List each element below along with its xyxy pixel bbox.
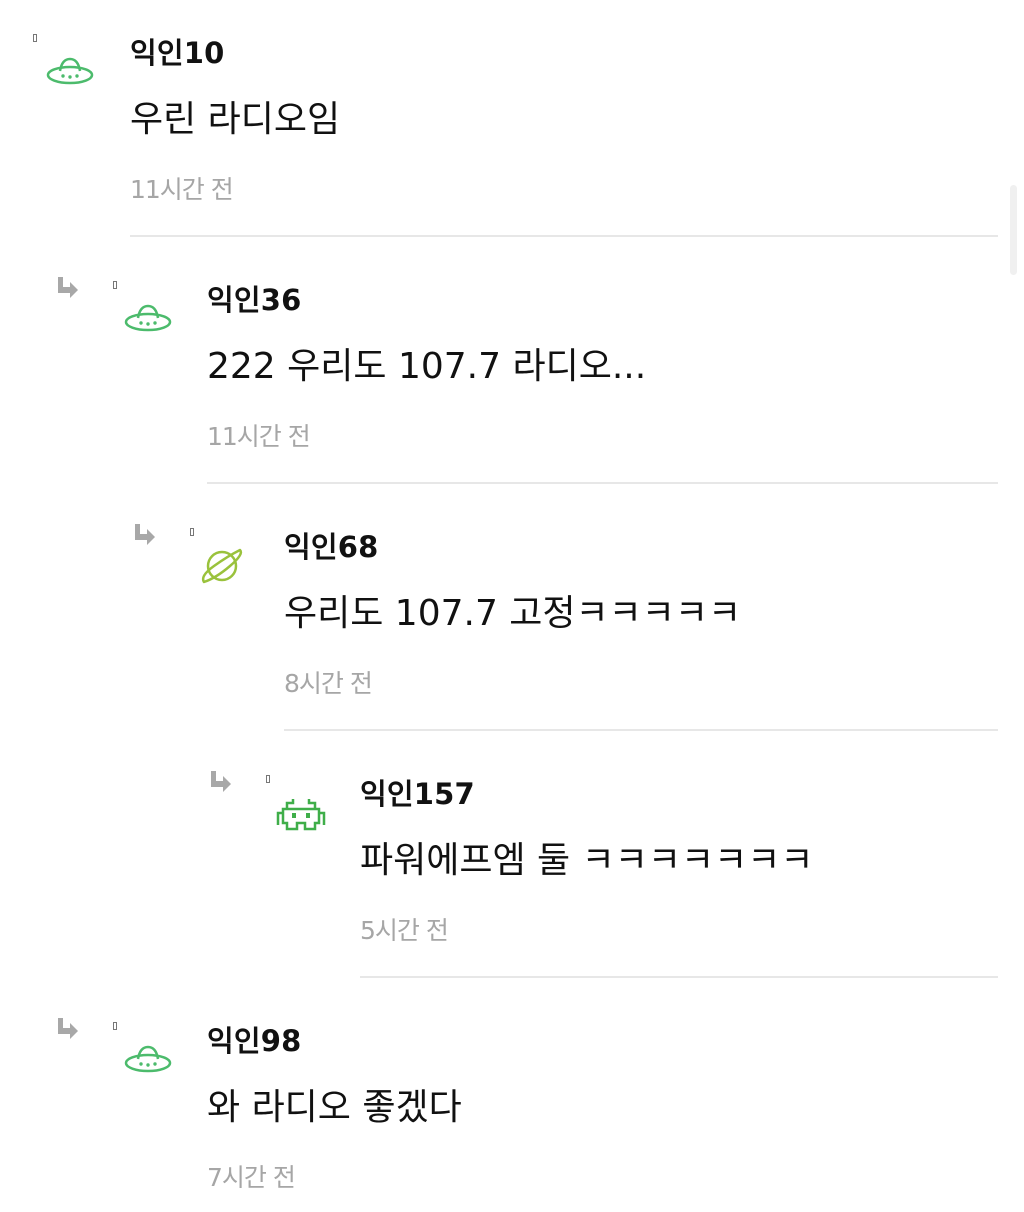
reply-arrow-icon: [58, 1018, 78, 1039]
comment-author: 익인98: [207, 1024, 302, 1058]
comment-author: 익인157: [360, 777, 475, 811]
planet-icon: [201, 548, 243, 584]
comment-menu-icon[interactable]: [33, 34, 37, 42]
comment-body: 222 우리도 107.7 라디오...: [207, 346, 647, 387]
comment-body: 우린 라디오임: [130, 99, 341, 140]
reply-arrow-icon: [135, 524, 155, 545]
ufo-icon: [46, 57, 94, 85]
comment-body: 우리도 107.7 고정ㅋㅋㅋㅋㅋ: [284, 593, 742, 634]
scrollbar[interactable]: [1010, 185, 1017, 275]
comment-menu-icon[interactable]: [266, 775, 270, 783]
comment-time: 11시간 전: [130, 175, 234, 204]
comment-time: 7시간 전: [207, 1163, 296, 1192]
comment-body: 와 라디오 좋겠다: [207, 1087, 462, 1128]
comment-author: 익인36: [207, 283, 302, 317]
space-invader-icon: [276, 799, 326, 831]
comment-divider: [130, 235, 998, 237]
ufo-icon: [124, 1045, 172, 1073]
comment-menu-icon[interactable]: [113, 1022, 117, 1030]
comment-divider: [207, 482, 998, 484]
reply-arrow-icon: [211, 771, 231, 792]
comment-author: 익인10: [130, 36, 225, 70]
reply-arrow-icon: [58, 277, 78, 298]
comment-time: 5시간 전: [360, 916, 449, 945]
comment-menu-icon[interactable]: [113, 281, 117, 289]
comment-author: 익인68: [284, 530, 379, 564]
comment-thread: 익인10 우린 라디오임 11시간 전 익인36 222 우리도 107.7 라…: [0, 0, 1024, 1212]
ufo-icon: [124, 304, 172, 332]
comment-menu-icon[interactable]: [190, 528, 194, 536]
comment-body: 파워에프엠 둘 ㅋㅋㅋㅋㅋㅋㅋ: [360, 840, 814, 881]
comment-time: 8시간 전: [284, 669, 373, 698]
comment-divider: [360, 976, 998, 978]
comment-time: 11시간 전: [207, 422, 311, 451]
comment-divider: [284, 729, 998, 731]
